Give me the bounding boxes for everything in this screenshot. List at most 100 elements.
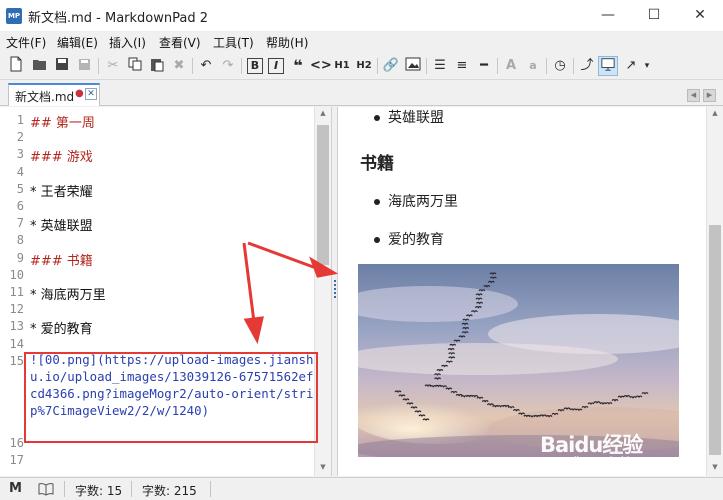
code-icon[interactable]: <> <box>310 56 332 76</box>
window-title: 新文档.md - MarkdownPad 2 <box>28 11 209 26</box>
tab-label: 新文档.md <box>15 90 75 104</box>
export-icon[interactable]: ↗ <box>621 56 641 76</box>
bird-silhouette <box>605 402 613 405</box>
ordered-list-icon[interactable]: ≡ <box>452 56 472 76</box>
font-size-decrease-button[interactable]: a <box>523 56 543 76</box>
markdown-mode-icon[interactable]: M <box>9 481 22 496</box>
line-number: 12 <box>9 302 24 317</box>
markdown-heading-line[interactable]: ### 书籍 <box>30 250 93 269</box>
close-window-button[interactable]: ✕ <box>677 0 723 32</box>
editor-scroll-thumb[interactable] <box>317 125 329 265</box>
book-icon[interactable] <box>38 482 54 500</box>
markdown-list-line[interactable]: * 爱的教育 <box>30 318 93 337</box>
bird-silhouette <box>455 393 463 397</box>
bird-silhouette <box>476 301 484 305</box>
bird-silhouette <box>434 377 442 380</box>
quote-icon[interactable]: ❝ <box>288 56 308 76</box>
hyperlink-icon[interactable]: 🔗 <box>381 56 401 76</box>
save-all-icon[interactable] <box>74 56 94 76</box>
menu-edit[interactable]: 编辑(E) <box>57 34 98 51</box>
live-preview-icon[interactable] <box>598 56 618 76</box>
horizontal-rule-icon[interactable]: ━ <box>474 56 494 76</box>
italic-button[interactable]: I <box>268 58 284 74</box>
bird-silhouette <box>424 384 432 387</box>
bird-silhouette <box>587 402 595 405</box>
bird-silhouette <box>394 390 402 393</box>
bird-silhouette <box>461 331 469 334</box>
minimize-button[interactable]: — <box>585 0 631 32</box>
line-number: 14 <box>9 336 24 351</box>
menu-file[interactable]: 文件(F) <box>6 34 46 51</box>
close-tab-icon[interactable]: ✕ <box>85 88 97 100</box>
bird-silhouette <box>445 387 453 391</box>
font-size-increase-button[interactable]: A <box>501 56 521 76</box>
markdown-heading-line[interactable]: ### 游戏 <box>30 146 93 165</box>
scroll-down-icon[interactable]: ▼ <box>707 463 723 471</box>
markdown-heading-line[interactable]: ## 第一周 <box>30 112 95 131</box>
timestamp-clock-icon[interactable]: ◷ <box>550 56 570 76</box>
tab-scroll-right-icon[interactable]: ▶ <box>703 89 716 102</box>
status-separator <box>64 481 65 497</box>
open-folder-icon[interactable] <box>30 56 50 76</box>
sync-scroll-icon[interactable]: ⤴ <box>577 56 597 76</box>
splitter-grip-icon[interactable] <box>333 279 337 299</box>
new-document-icon[interactable] <box>6 56 26 76</box>
heading2-button[interactable]: H2 <box>354 56 374 76</box>
pane-splitter[interactable] <box>331 107 338 476</box>
insert-image-icon[interactable] <box>403 56 423 76</box>
save-icon[interactable] <box>52 56 72 76</box>
bird-silhouette <box>593 401 601 404</box>
line-number: 13 <box>9 319 24 334</box>
maximize-button[interactable]: ☐ <box>631 0 677 32</box>
menu-insert[interactable]: 插入(I) <box>109 34 146 51</box>
preview-scrollbar[interactable]: ▲ ▼ <box>706 107 723 476</box>
line-number: 4 <box>16 164 24 179</box>
redo-icon[interactable]: ↷ <box>218 56 238 76</box>
undo-icon[interactable]: ↶ <box>196 56 216 76</box>
scroll-up-icon[interactable]: ▲ <box>707 109 723 117</box>
bird-silhouette <box>414 410 422 413</box>
menu-view[interactable]: 查看(V) <box>159 34 201 51</box>
preview-list-item: 英雄联盟 <box>388 110 444 126</box>
paste-icon[interactable] <box>147 56 167 76</box>
line-number: 15 <box>9 353 24 368</box>
title-bar: MP 新文档.md - MarkdownPad 2 — ☐ ✕ <box>0 0 723 32</box>
preview-scroll-thumb[interactable] <box>709 225 721 455</box>
line-number: 11 <box>9 285 24 299</box>
delete-icon[interactable]: ✖ <box>169 56 189 76</box>
cut-icon[interactable]: ✂ <box>103 56 123 76</box>
toolbar-separator <box>426 58 427 74</box>
bird-silhouette <box>545 415 553 418</box>
menu-help[interactable]: 帮助(H) <box>266 34 308 51</box>
bullet-icon <box>374 199 380 205</box>
bird-silhouette <box>465 314 473 317</box>
preview-list-item: 爱的教育 <box>388 232 444 248</box>
bird-silhouette <box>486 403 494 406</box>
copy-icon[interactable] <box>125 56 145 76</box>
bird-silhouette <box>418 414 426 417</box>
scroll-down-icon[interactable]: ▼ <box>315 463 331 471</box>
tab-scroll-left-icon[interactable]: ◀ <box>687 89 700 102</box>
markdown-list-line[interactable]: * 海底两万里 <box>30 284 106 303</box>
markdown-list-line[interactable]: * 王者荣耀 <box>30 181 93 200</box>
line-number: 17 <box>9 453 24 467</box>
bird-silhouette <box>410 406 418 409</box>
menu-tools[interactable]: 工具(T) <box>213 34 254 51</box>
bird-silhouette <box>441 364 449 368</box>
line-number: 5 <box>16 181 24 196</box>
bird-silhouette <box>629 396 637 399</box>
bird-silhouette <box>533 414 541 418</box>
tab-new-document[interactable]: 新文档.md ● ✕ <box>8 83 100 106</box>
bird-silhouette <box>476 396 484 400</box>
markdownpad-app-icon: MP <box>6 8 22 24</box>
scroll-up-icon[interactable]: ▲ <box>315 109 331 117</box>
markdown-list-line[interactable]: * 英雄联盟 <box>30 215 93 234</box>
heading1-button[interactable]: H1 <box>332 56 352 76</box>
toolbar-separator <box>377 58 378 74</box>
unordered-list-icon[interactable]: ☰ <box>430 56 450 76</box>
bird-silhouette <box>406 402 414 405</box>
bold-button[interactable]: B <box>247 58 263 74</box>
bird-silhouette <box>518 412 526 416</box>
toolbar-overflow-icon[interactable]: ▾ <box>641 56 653 76</box>
bird-silhouette <box>402 398 410 401</box>
